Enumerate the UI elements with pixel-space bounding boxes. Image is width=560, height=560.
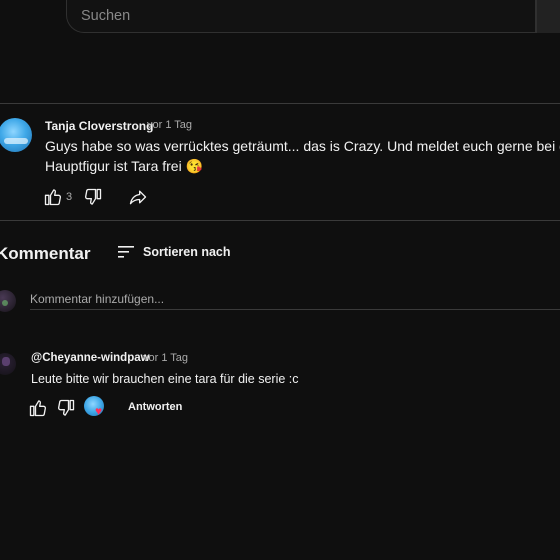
- comment-time[interactable]: vor 1 Tag: [143, 352, 188, 364]
- post-author-avatar[interactable]: [0, 118, 32, 152]
- creator-heart-badge: ♥: [84, 396, 106, 418]
- post-time[interactable]: vor 1 Tag: [147, 119, 192, 131]
- search-box[interactable]: [66, 0, 536, 33]
- share-icon: [129, 190, 147, 205]
- post-text-line2: Hauptfigur ist Tara frei 😘: [45, 156, 203, 176]
- comment-text: Leute bitte wir brauchen eine tara für d…: [31, 372, 299, 386]
- search-input[interactable]: [81, 5, 501, 27]
- current-user-avatar: [0, 290, 16, 312]
- reply-button[interactable]: Antworten: [128, 401, 182, 413]
- post-like-button[interactable]: [43, 187, 63, 207]
- post-author[interactable]: Tanja Cloverstrong: [45, 119, 153, 133]
- comments-title: Kommentar: [0, 244, 91, 263]
- thumbs-down-icon: [85, 188, 102, 205]
- post-like-count: 3: [66, 191, 73, 203]
- sort-button[interactable]: Sortieren nach: [143, 245, 231, 259]
- post-text-line1: Guys habe so was verrücktes geträumt... …: [45, 138, 560, 154]
- heart-icon: ♥: [95, 404, 103, 418]
- post-dislike-button[interactable]: [83, 187, 103, 207]
- thumbs-up-icon: [44, 189, 61, 206]
- post-share-button[interactable]: [128, 187, 148, 207]
- comment-like-button[interactable]: [28, 398, 48, 418]
- comment-dislike-button[interactable]: [56, 398, 76, 418]
- divider-top: [0, 103, 560, 104]
- sort-icon[interactable]: [117, 244, 135, 260]
- post-text-line2-text: Hauptfigur ist Tara frei: [45, 158, 182, 174]
- divider-comments: [0, 220, 560, 221]
- search-button[interactable]: [536, 0, 560, 33]
- thumbs-up-icon: [29, 400, 46, 417]
- add-comment-input[interactable]: [30, 288, 560, 310]
- comment-author-avatar[interactable]: [0, 353, 16, 375]
- thumbs-down-icon: [58, 399, 75, 416]
- comment-author[interactable]: @Cheyanne-windpaw: [31, 352, 150, 364]
- kiss-emoji: 😘: [185, 158, 204, 174]
